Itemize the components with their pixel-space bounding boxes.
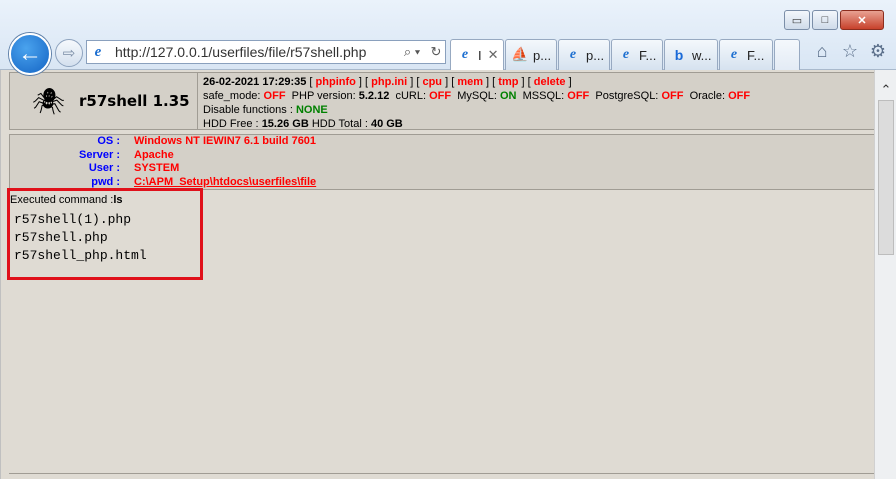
user-row: User : SYSTEM [10, 162, 874, 176]
server-label: Server : [79, 148, 120, 161]
ie-tab-icon: e [461, 47, 469, 62]
disable-functions-label: Disable functions : [203, 104, 293, 116]
search-dropdown-icon[interactable]: ⌕ ▾ [397, 44, 427, 60]
toolbar-icons: ⌂ ☆ ⚙ [812, 40, 888, 62]
vertical-scrollbar[interactable]: ⌃ [874, 70, 896, 479]
shell-logo: 🕷 r57shell 1.35 [10, 73, 198, 129]
safe-mode-value: OFF [263, 90, 286, 102]
pwd-label: pwd : [91, 175, 120, 188]
ie-tab-icon: e [730, 47, 738, 62]
scroll-up-arrow-icon[interactable]: ⌃ [875, 80, 896, 100]
mssql-label: MSSQL: [522, 90, 565, 102]
mysql-label: MySQL: [457, 90, 497, 102]
browser-chrome: ▭ □ ✕ ← ⇨ e http://127.0.0.1/userfiles/f… [0, 0, 896, 75]
datetime: 26-02-2021 17:29:35 [203, 76, 307, 88]
safe-mode-label: safe_mode: [203, 90, 261, 102]
info-line-3: Disable functions : NONE [203, 103, 750, 117]
ie-page-icon: e [94, 43, 102, 60]
user-value: SYSTEM [134, 162, 180, 174]
tab-label: F... [639, 47, 657, 63]
link-mem[interactable]: mem [457, 76, 483, 88]
info-line-2: safe_mode: OFF PHP version: 5.2.12 cURL:… [203, 89, 750, 103]
tab-2[interactable]: ⛵ p... [505, 39, 557, 70]
os-label: OS : [97, 135, 120, 147]
tab-label: I [478, 47, 482, 63]
back-button[interactable]: ← [9, 33, 51, 75]
bottom-divider [9, 473, 875, 479]
page-content: 🕷 r57shell 1.35 26-02-2021 17:29:35 [ ph… [0, 70, 875, 479]
oracle-label: Oracle: [689, 90, 726, 102]
ie-tab-icon: e [569, 47, 577, 62]
user-label: User : [88, 162, 120, 174]
ie-tab-icon: e [622, 47, 630, 62]
server-info: 26-02-2021 17:29:35 [ phpinfo ] [ php.in… [198, 73, 750, 131]
tab-1[interactable]: e I ✕ [450, 39, 504, 70]
home-icon[interactable]: ⌂ [812, 40, 832, 62]
os-row: OS : Windows NT IEWIN7 6.1 build 7601 [10, 135, 874, 149]
tab-label: F... [747, 47, 765, 63]
arrow-left-icon: ← [18, 40, 42, 67]
tab-5[interactable]: b w... [664, 39, 718, 70]
tab-label: p... [533, 47, 552, 63]
hdd-total-label: HDD Total : [311, 118, 368, 130]
postgresql-value: OFF [661, 90, 684, 102]
oracle-value: OFF [728, 90, 751, 102]
link-php-ini[interactable]: php.ini [371, 76, 407, 88]
logo-text: r57shell 1.35 [79, 92, 190, 110]
pwd-value[interactable]: C:\APM_Setup\htdocs\userfiles\file [124, 176, 316, 190]
spider-icon: 🕷 [32, 85, 66, 116]
tab-4[interactable]: e F... [611, 39, 663, 70]
tab-6[interactable]: e F... [719, 39, 773, 70]
info-line-4: HDD Free : 15.26 GB HDD Total : 40 GB [203, 117, 750, 131]
php-version-label: PHP version: [291, 90, 356, 102]
forward-button[interactable]: ⇨ [55, 39, 83, 67]
maximize-button[interactable]: □ [812, 10, 838, 30]
arrow-right-icon: ⇨ [62, 45, 76, 62]
pwd-row: pwd : C:\APM_Setup\htdocs\userfiles\file [10, 176, 874, 190]
mysql-value: ON [500, 90, 517, 102]
refresh-icon[interactable]: ↻ [427, 44, 445, 60]
hdd-free-value: 15.26 GB [261, 118, 309, 130]
close-window-button[interactable]: ✕ [840, 10, 884, 30]
tab-3[interactable]: e p... [558, 39, 610, 70]
system-info: OS : Windows NT IEWIN7 6.1 build 7601 Se… [9, 134, 875, 190]
red-highlight-box [7, 188, 203, 280]
address-bar[interactable]: e http://127.0.0.1/userfiles/file/r57she… [86, 40, 446, 64]
new-tab-button[interactable] [774, 39, 800, 70]
link-tmp[interactable]: tmp [498, 76, 518, 88]
link-phpinfo[interactable]: phpinfo [316, 76, 356, 88]
hdd-total-value: 40 GB [370, 118, 403, 130]
postgresql-label: PostgreSQL: [595, 90, 659, 102]
scroll-thumb[interactable] [878, 100, 894, 255]
minimize-button[interactable]: ▭ [784, 10, 810, 30]
phpmyadmin-tab-icon: ⛵ [511, 47, 529, 63]
bing-tab-icon: b [674, 47, 684, 63]
tab-label: p... [586, 47, 605, 63]
curl-label: cURL: [395, 90, 427, 102]
link-cpu[interactable]: cpu [422, 76, 442, 88]
php-version-value: 5.2.12 [358, 90, 390, 102]
tab-label: w... [692, 47, 712, 63]
address-url[interactable]: http://127.0.0.1/userfiles/file/r57shell… [109, 44, 397, 60]
info-line-1: 26-02-2021 17:29:35 [ phpinfo ] [ php.in… [203, 76, 572, 88]
favorites-star-icon[interactable]: ☆ [840, 40, 860, 62]
server-row: Server : Apache [10, 149, 874, 163]
link-delete[interactable]: delete [534, 76, 566, 88]
disable-functions-value: NONE [295, 104, 328, 116]
os-value: Windows NT IEWIN7 6.1 build 7601 [134, 135, 317, 147]
settings-gear-icon[interactable]: ⚙ [868, 40, 888, 62]
close-tab-icon[interactable]: ✕ [488, 47, 499, 63]
hdd-free-label: HDD Free : [203, 118, 259, 130]
mssql-value: OFF [567, 90, 590, 102]
server-value: Apache [134, 148, 174, 161]
shell-header: 🕷 r57shell 1.35 26-02-2021 17:29:35 [ ph… [9, 72, 875, 130]
curl-value: OFF [429, 90, 452, 102]
